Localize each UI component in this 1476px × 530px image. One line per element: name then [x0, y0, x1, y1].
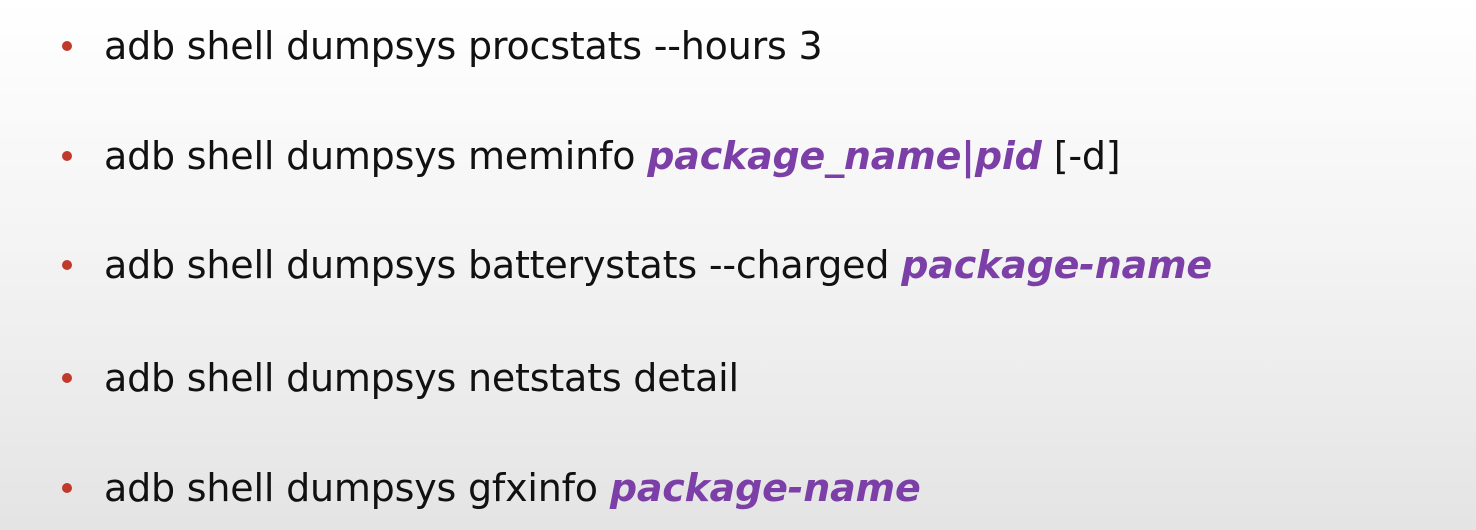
bullet-dot-icon — [62, 41, 72, 51]
bullet-dot-icon — [62, 483, 72, 493]
command-text: adb shell dumpsys meminfo — [104, 134, 636, 178]
bullet-item-meminfo: adb shell dumpsys meminfo package_name|p… — [62, 126, 1121, 186]
bullet-item-gfxinfo: adb shell dumpsys gfxinfo package-name — [62, 458, 921, 518]
bullet-item-batterystats: adb shell dumpsys batterystats --charged… — [62, 235, 1212, 295]
option-text: [-d] — [1053, 134, 1121, 178]
command-text: adb shell dumpsys batterystats --charged — [104, 243, 890, 287]
slide: adb shell dumpsys procstats --hours 3 ad… — [0, 0, 1476, 530]
bullet-item-netstats: adb shell dumpsys netstats detail — [62, 348, 739, 408]
command-text: adb shell dumpsys netstats detail — [104, 356, 739, 400]
command-text: adb shell dumpsys procstats --hours 3 — [104, 24, 823, 68]
bullet-dot-icon — [62, 373, 72, 383]
bullet-item-procstats: adb shell dumpsys procstats --hours 3 — [62, 16, 823, 76]
bullet-dot-icon — [62, 151, 72, 161]
argument-text: package_name|pid — [647, 134, 1042, 178]
argument-text: package-name — [901, 243, 1212, 287]
bullet-dot-icon — [62, 260, 72, 270]
command-text: adb shell dumpsys gfxinfo — [104, 466, 598, 510]
argument-text: package-name — [609, 466, 921, 510]
